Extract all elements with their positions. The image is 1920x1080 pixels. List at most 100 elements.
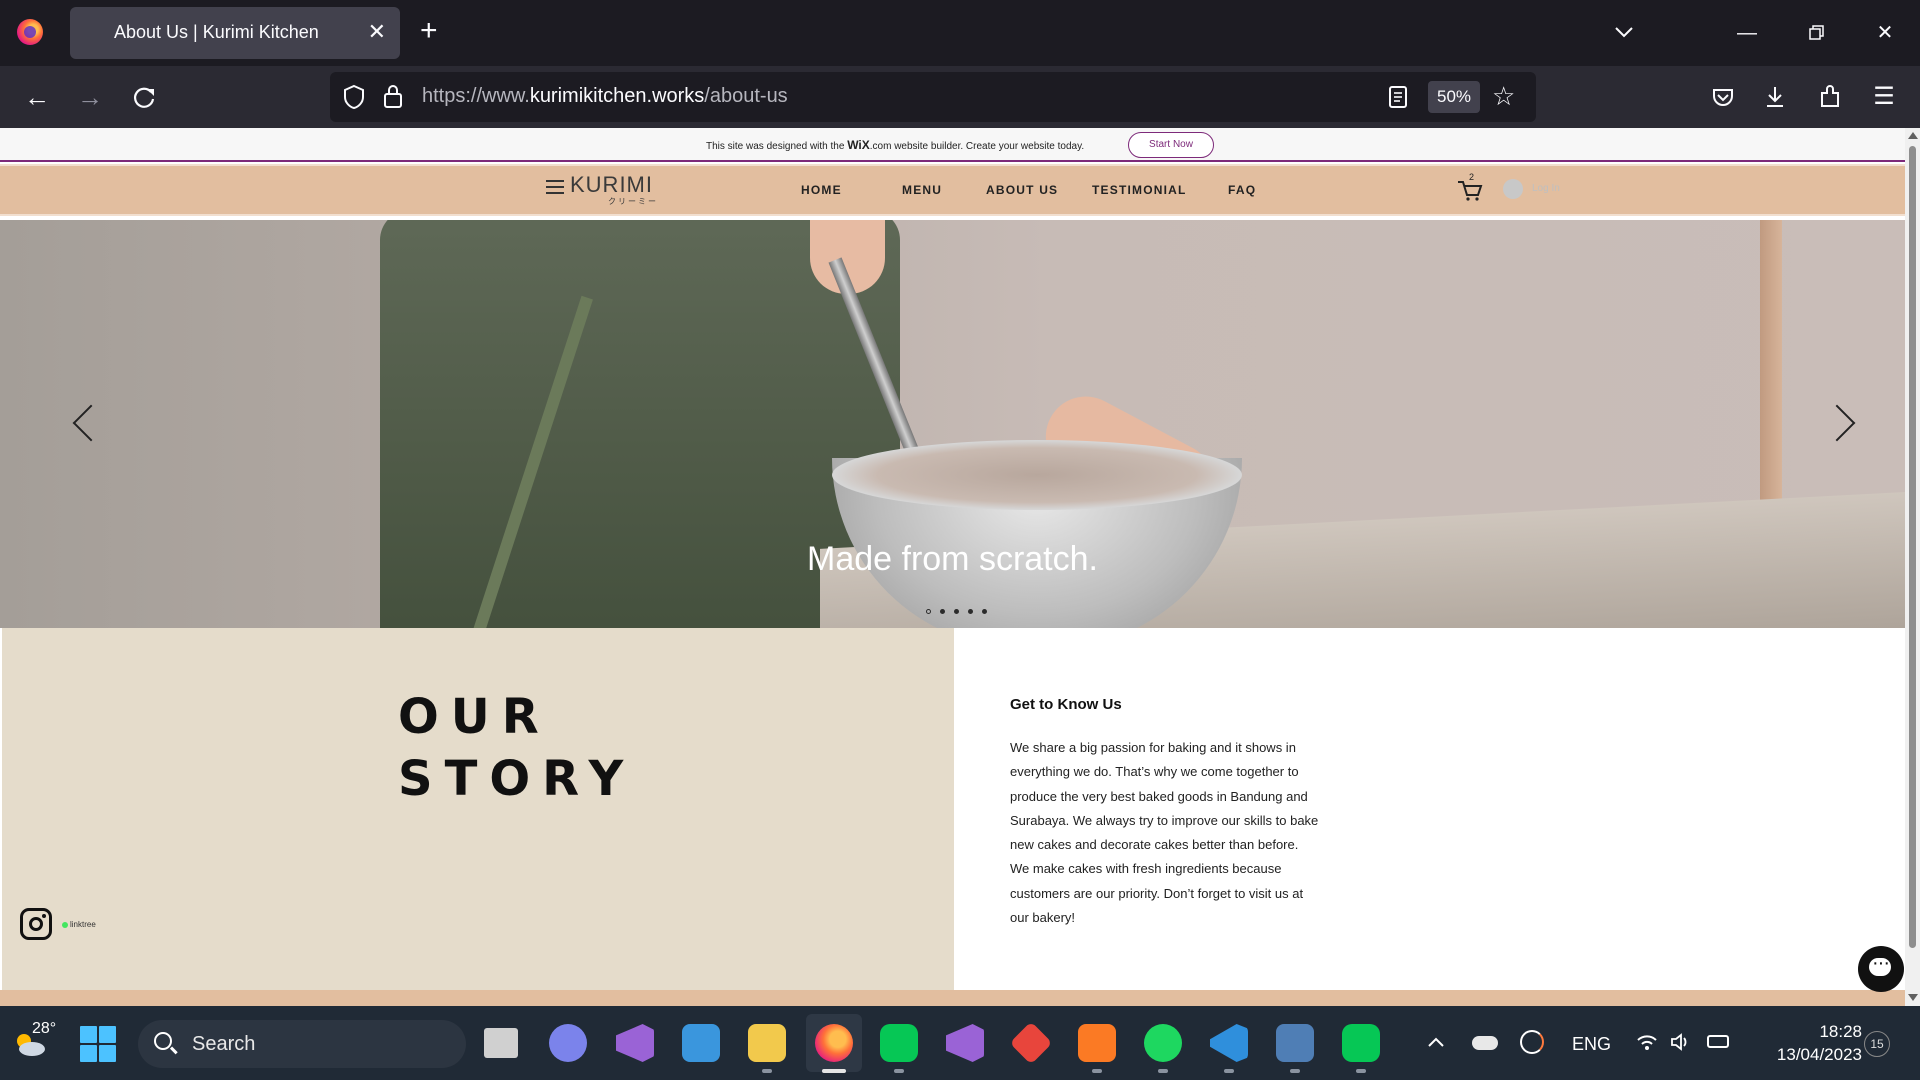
sync-icon[interactable] (1520, 1030, 1544, 1054)
web-page: This site was designed with the WiX.com … (0, 128, 1905, 1006)
url-bar[interactable]: https://www.kurimikitchen.works/about-us… (330, 72, 1536, 122)
page-footer-strip (0, 990, 1905, 1006)
linktree-link[interactable]: linktree (62, 920, 96, 929)
zoom-level-button[interactable]: 50% (1428, 81, 1480, 113)
slide-dot[interactable] (940, 609, 945, 614)
minimize-icon[interactable]: — (1732, 18, 1762, 48)
weather-temperature[interactable]: 28° (32, 1020, 56, 1038)
microsoft-store-icon[interactable] (682, 1024, 720, 1062)
wifi-icon[interactable] (1636, 1032, 1658, 1052)
downloads-icon[interactable] (1758, 80, 1792, 114)
story-title-line2: STORY (398, 751, 636, 807)
slide-dot[interactable] (968, 609, 973, 614)
tab-close-icon[interactable]: ✕ (368, 19, 386, 45)
search-icon (154, 1032, 172, 1050)
task-view-icon[interactable] (484, 1028, 518, 1058)
browser-toolbar: ← → https://www.kurimikitchen.works/abou… (0, 66, 1920, 128)
nav-testimonial[interactable]: TESTIMONIAL (1092, 183, 1187, 197)
taskbar-clock[interactable]: 18:28 13/04/2023 (1748, 1020, 1862, 1066)
forward-arrow-icon[interactable]: → (73, 80, 107, 114)
page-scrollbar[interactable] (1905, 128, 1920, 1006)
input-language-indicator[interactable]: ENG (1572, 1034, 1611, 1055)
chat-bubble-icon[interactable] (1858, 946, 1904, 992)
line-app-icon[interactable] (880, 1024, 918, 1062)
new-tab-icon[interactable]: + (420, 14, 438, 48)
hero-slideshow: Made from scratch. (0, 220, 1905, 628)
wix-banner-text: This site was designed with the WiX.com … (706, 138, 1084, 152)
our-story-panel: OUR STORY linktree (0, 628, 954, 990)
tab-title: About Us | Kurimi Kitchen (114, 22, 319, 42)
windows-start-icon[interactable] (80, 1026, 116, 1062)
desktop-screen: About Us | Kurimi Kitchen ✕ + — ✕ ← → ht… (0, 0, 1920, 1080)
app-running-indicator (1224, 1069, 1234, 1073)
line-app-2-icon[interactable] (1342, 1024, 1380, 1062)
spotify-icon[interactable] (1144, 1024, 1182, 1062)
app-running-indicator (894, 1069, 904, 1073)
slide-dot[interactable] (926, 609, 931, 614)
nav-about-us[interactable]: ABOUT US (986, 183, 1058, 197)
cart-count: 2 (1469, 172, 1475, 182)
close-window-icon[interactable]: ✕ (1870, 18, 1900, 48)
lock-icon[interactable] (382, 83, 404, 109)
scroll-down-arrow-icon[interactable] (1908, 994, 1918, 1001)
nav-faq[interactable]: FAQ (1228, 183, 1256, 197)
site-menu-icon[interactable] (546, 180, 564, 194)
nav-home[interactable]: HOME (801, 183, 842, 197)
login-link[interactable]: Log In (1532, 183, 1560, 194)
pocket-icon[interactable] (1706, 80, 1740, 114)
url-text[interactable]: https://www.kurimikitchen.works/about-us (422, 85, 788, 108)
back-arrow-icon[interactable]: ← (20, 80, 54, 114)
wix-text-prefix: This site was designed with the (706, 141, 848, 152)
battery-icon[interactable] (1707, 1035, 1729, 1048)
list-all-tabs-chevron-icon[interactable] (1610, 18, 1638, 46)
volume-icon[interactable] (1670, 1032, 1692, 1052)
firefox-taskbar-icon[interactable] (815, 1024, 853, 1062)
app-running-indicator (1092, 1069, 1102, 1073)
visual-studio-2-icon[interactable] (946, 1024, 984, 1062)
app-running-indicator (1158, 1069, 1168, 1073)
browser-tab-bar: About Us | Kurimi Kitchen ✕ + — ✕ (0, 0, 1920, 66)
vscode-icon[interactable] (1210, 1024, 1248, 1062)
wix-text-suffix: .com website builder. Create your websit… (869, 141, 1085, 152)
slide-prev-arrow-icon[interactable] (72, 404, 110, 442)
show-hidden-icons-chevron-icon[interactable] (1426, 1034, 1446, 1050)
slide-next-arrow-icon[interactable] (1818, 404, 1856, 442)
tab-about-us[interactable]: About Us | Kurimi Kitchen ✕ (70, 7, 400, 59)
scrollbar-thumb[interactable] (1909, 146, 1916, 948)
story-title-line1: OUR (398, 689, 551, 745)
taskbar-search-box[interactable]: Search (138, 1020, 466, 1068)
xampp-icon[interactable] (1078, 1024, 1116, 1062)
visual-studio-icon[interactable] (616, 1024, 654, 1062)
reader-view-icon[interactable] (1388, 85, 1408, 109)
mysql-workbench-icon[interactable] (1276, 1024, 1314, 1062)
slide-indicator-dots (926, 601, 996, 614)
site-logo[interactable]: KURIMI (570, 172, 653, 198)
notification-count-badge[interactable]: 15 (1864, 1031, 1890, 1057)
wix-logo: WiX (847, 138, 870, 152)
instagram-icon[interactable] (20, 908, 52, 940)
tracking-protection-shield-icon[interactable] (342, 84, 366, 110)
reload-icon[interactable] (127, 80, 161, 114)
restore-icon[interactable] (1801, 18, 1831, 48)
scroll-up-arrow-icon[interactable] (1908, 132, 1918, 139)
start-now-button[interactable]: Start Now (1128, 132, 1214, 158)
file-explorer-icon[interactable] (748, 1024, 786, 1062)
teams-chat-icon[interactable] (549, 1024, 587, 1062)
bookmark-star-icon[interactable]: ☆ (1492, 81, 1515, 112)
app-running-indicator (1356, 1069, 1366, 1073)
hamburger-menu-icon[interactable]: ☰ (1867, 80, 1901, 114)
site-logo-subtext: クリーミー (608, 197, 658, 206)
app-active-indicator (822, 1069, 846, 1073)
onedrive-cloud-icon[interactable] (1472, 1036, 1498, 1050)
story-heading: Get to Know Us (1010, 696, 1122, 713)
git-tool-icon[interactable] (1009, 1021, 1053, 1065)
nav-menu[interactable]: MENU (902, 183, 942, 197)
hero-caption: Made from scratch. (807, 540, 1098, 578)
wix-ad-banner: This site was designed with the WiX.com … (0, 128, 1905, 162)
slide-dot[interactable] (954, 609, 959, 614)
firefox-logo-icon (17, 19, 43, 45)
slide-dot[interactable] (982, 609, 987, 614)
url-path: /about-us (704, 85, 788, 107)
extensions-puzzle-icon[interactable] (1813, 80, 1847, 114)
login-avatar-icon[interactable] (1503, 179, 1523, 199)
